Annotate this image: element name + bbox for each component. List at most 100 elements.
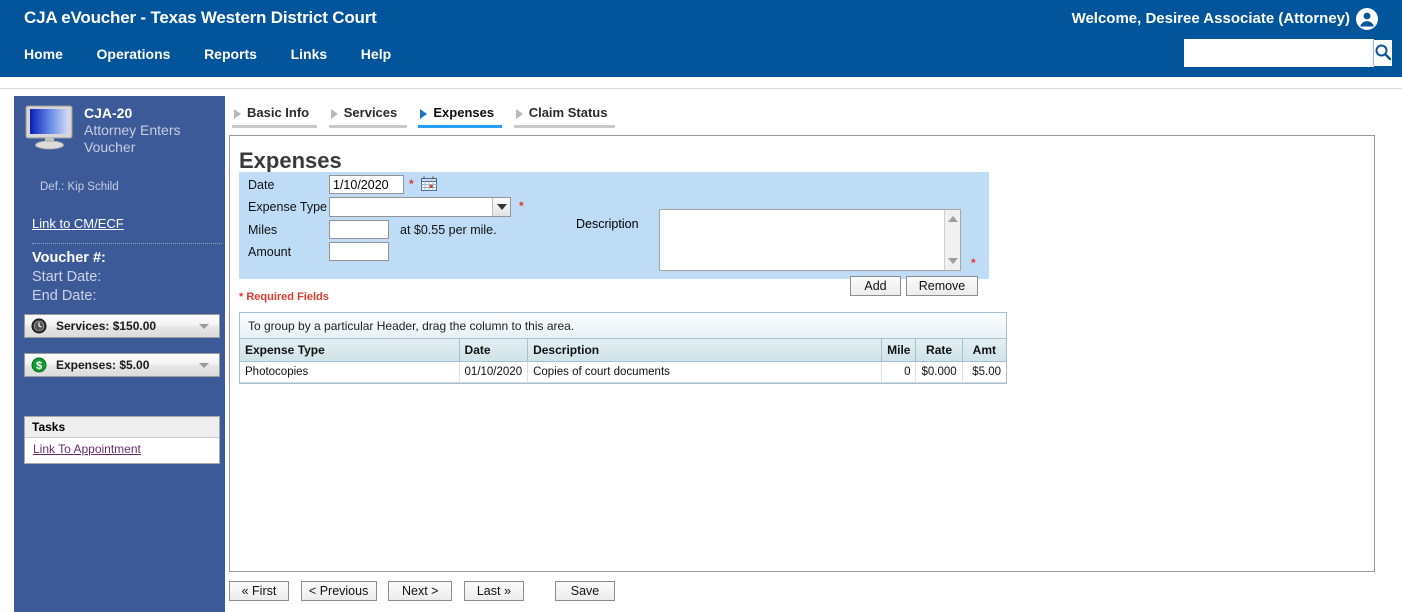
pagination-buttons: « First < Previous Next > Last »: [229, 581, 532, 603]
column-header-date[interactable]: Date: [459, 339, 529, 362]
triangle-right-icon: [420, 109, 428, 119]
end-date-label: End Date:: [32, 288, 97, 304]
previous-button[interactable]: < Previous: [300, 581, 377, 601]
table-header-row: Expense Type Date Description Mile Rate …: [240, 339, 1006, 362]
column-header-expense-type[interactable]: Expense Type: [240, 339, 460, 362]
expense-entry-form: Date * Expense Type * Miles: [239, 172, 989, 296]
dollar-icon: $: [31, 357, 47, 373]
expenses-table: Expense Type Date Description Mile Rate …: [240, 339, 1006, 383]
description-textarea[interactable]: [660, 210, 944, 270]
welcome-text: Welcome, Desiree Associate (Attorney): [1071, 10, 1350, 27]
next-button[interactable]: Next >: [388, 581, 453, 601]
tab-services[interactable]: Services: [328, 105, 407, 128]
tab-label: Claim Status: [528, 105, 608, 120]
nav-item-home[interactable]: Home: [24, 43, 63, 65]
first-button[interactable]: « First: [229, 581, 289, 601]
defendant-name: Def.: Kip Schild: [40, 181, 119, 193]
header-divider: [0, 77, 1402, 89]
column-header-amt[interactable]: Amt: [962, 339, 1006, 362]
last-button[interactable]: Last »: [463, 581, 524, 601]
sidebar-accordion-services[interactable]: Services: $150.00: [24, 314, 220, 338]
expense-type-required-marker: *: [519, 199, 524, 213]
cell-rate: $0.000: [915, 361, 963, 383]
voucher-number-label: Voucher #:: [32, 250, 106, 266]
column-header-description[interactable]: Description: [527, 339, 883, 362]
expenses-grid: To group by a particular Header, drag th…: [239, 312, 1007, 384]
nav-item-reports[interactable]: Reports: [204, 43, 257, 65]
amount-input[interactable]: [329, 242, 389, 261]
user-account-icon[interactable]: [1356, 8, 1378, 30]
date-required-marker: *: [409, 177, 414, 191]
search-box: [1184, 39, 1392, 67]
sidebar-accordion-expenses[interactable]: $ Expenses: $5.00: [24, 353, 220, 377]
tab-label: Services: [343, 105, 398, 120]
cell-date: 01/10/2020: [459, 361, 529, 383]
expense-type-select[interactable]: [329, 197, 511, 217]
sidebar-divider: [32, 243, 222, 244]
top-header-bar: CJA eVoucher - Texas Western District Co…: [0, 0, 1402, 77]
table-row[interactable]: Photocopies 01/10/2020 Copies of court d…: [240, 361, 1006, 383]
monitor-icon: [24, 104, 76, 150]
triangle-right-icon: [515, 109, 523, 119]
description-box: [659, 209, 961, 271]
voucher-meta: Voucher #: Start Date: End Date:: [32, 249, 106, 306]
expense-type-label: Expense Type: [248, 200, 327, 214]
date-label: Date: [248, 178, 275, 192]
app-title: CJA eVoucher - Texas Western District Co…: [24, 8, 377, 27]
tasks-title: Tasks: [25, 417, 219, 438]
sidebar-document-header: CJA-20 Attorney Enters Voucher: [14, 96, 225, 166]
tab-label: Expenses: [433, 105, 495, 120]
clock-icon: [31, 318, 47, 334]
column-header-rate[interactable]: Rate: [915, 339, 963, 362]
doc-code: CJA-20: [84, 105, 133, 121]
triangle-right-icon: [330, 109, 338, 119]
doc-line-3: Voucher: [84, 139, 136, 155]
search-icon: [1374, 43, 1392, 64]
description-required-marker: *: [971, 256, 976, 270]
cell-amt: $5.00: [962, 361, 1006, 383]
cell-description: Copies of court documents: [527, 361, 883, 383]
miles-input[interactable]: [329, 220, 389, 239]
scroll-down-icon[interactable]: [948, 258, 958, 264]
svg-text:$: $: [36, 360, 42, 372]
description-scrollbar[interactable]: [944, 210, 960, 270]
tab-basic-info[interactable]: Basic Info: [232, 105, 318, 128]
tasks-panel: Tasks Link To Appointment: [24, 416, 220, 464]
nav-item-operations[interactable]: Operations: [97, 43, 171, 65]
left-sidebar: CJA-20 Attorney Enters Voucher Def.: Kip…: [14, 96, 225, 612]
tab-expenses[interactable]: Expenses: [418, 105, 503, 128]
content-panel: Expenses Date * Expense Type: [229, 135, 1375, 572]
miles-label: Miles: [248, 223, 278, 237]
date-input[interactable]: [329, 175, 404, 194]
doc-line-2: Attorney Enters: [84, 122, 181, 138]
page-title: Expenses: [239, 148, 342, 173]
chevron-down-icon[interactable]: [492, 198, 510, 216]
required-fields-note: * Required Fields: [239, 291, 329, 303]
triangle-right-icon: [234, 109, 241, 119]
accordion-label-expenses: Expenses: $5.00: [56, 358, 150, 372]
accordion-label-services: Services: $150.00: [56, 319, 157, 333]
tab-label: Basic Info: [247, 105, 310, 120]
tab-claim-status[interactable]: Claim Status: [513, 105, 616, 128]
chevron-down-icon: [199, 323, 209, 329]
scroll-up-icon[interactable]: [948, 216, 958, 222]
search-input[interactable]: [1185, 40, 1373, 66]
task-link-to-appointment[interactable]: Link To Appointment: [33, 442, 219, 456]
amount-label: Amount: [248, 245, 292, 259]
cell-expense-type: Photocopies: [240, 361, 460, 383]
column-header-mile[interactable]: Mile: [881, 339, 917, 362]
sidebar-document-title: CJA-20 Attorney Enters Voucher: [84, 105, 181, 156]
nav-item-links[interactable]: Links: [291, 43, 328, 65]
description-label: Description: [576, 217, 639, 231]
add-button[interactable]: Add: [850, 276, 901, 296]
mileage-rate-note: at $0.55 per mile.: [400, 223, 497, 237]
link-to-cmecf[interactable]: Link to CM/ECF: [32, 216, 124, 231]
nav-item-help[interactable]: Help: [361, 43, 391, 65]
search-button[interactable]: [1373, 40, 1392, 66]
calendar-icon[interactable]: [421, 176, 437, 191]
grid-group-drop-area[interactable]: To group by a particular Header, drag th…: [240, 313, 1006, 339]
save-button[interactable]: Save: [555, 581, 615, 601]
remove-button[interactable]: Remove: [906, 276, 978, 296]
start-date-label: Start Date:: [32, 269, 102, 285]
chevron-down-icon: [199, 362, 209, 368]
